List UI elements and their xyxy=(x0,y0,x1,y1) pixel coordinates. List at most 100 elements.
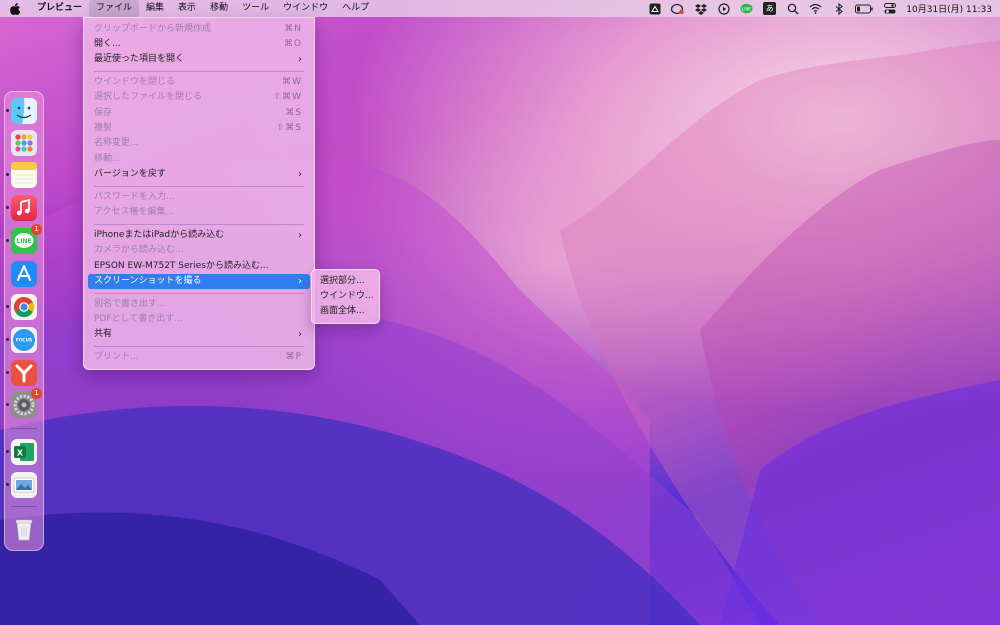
menu-item-label: 別名で書き出す... xyxy=(94,299,166,309)
dock-app-launchpad[interactable] xyxy=(11,130,37,156)
dock-separator xyxy=(11,428,37,429)
menu-item-label: iPhoneまたはiPadから読み込む xyxy=(94,230,225,240)
play-icon[interactable] xyxy=(717,2,730,15)
menu-item-import-from-iphone[interactable]: iPhoneまたはiPadから読み込む › xyxy=(88,228,310,243)
chevron-right-icon: › xyxy=(298,169,302,180)
notes-icon xyxy=(11,162,37,188)
search-icon[interactable] xyxy=(786,2,799,15)
menu-item-label: アクセス権を編集... xyxy=(94,207,175,217)
menu-item-import-from-camera[interactable]: カメラから読み込む... xyxy=(88,243,310,258)
menu-item-import-from-scanner[interactable]: EPSON EW-M752T Seriesから読み込む... xyxy=(88,259,310,274)
menu-item-label: EPSON EW-M752T Seriesから読み込む... xyxy=(94,261,269,271)
running-indicator xyxy=(6,450,9,453)
menu-item-rename[interactable]: 名称変更... xyxy=(88,136,310,151)
dock: LINE 1 FOCUS 1 X xyxy=(4,91,44,551)
chevron-right-icon: › xyxy=(298,329,302,340)
menu-item-print[interactable]: プリント... ⌘P xyxy=(88,350,310,365)
menu-item-label: プリント... xyxy=(94,352,139,362)
chevron-right-icon: › xyxy=(298,276,302,287)
dock-app-music[interactable] xyxy=(6,195,37,221)
dock-separator xyxy=(11,506,37,507)
menu-edit[interactable]: 編集 xyxy=(139,0,171,17)
svg-text:LINE: LINE xyxy=(742,6,751,11)
running-indicator xyxy=(6,338,9,341)
menu-item-close-window[interactable]: ウインドウを閉じる ⌘W xyxy=(88,75,310,90)
menu-bar: プレビュー ファイル 編集 表示 移動 ツール ウインドウ ヘルプ LINE あ xyxy=(0,0,1000,17)
control-center-icon[interactable] xyxy=(883,2,896,15)
menu-item-close-selected[interactable]: 選択したファイルを閉じる ⇧⌘W xyxy=(88,90,310,105)
menu-item-export-as-pdf[interactable]: PDFとして書き出す... xyxy=(88,312,310,327)
menu-item-label: 移動... xyxy=(94,154,121,164)
dock-app-preview[interactable] xyxy=(6,472,37,498)
menu-item-label: 共有 xyxy=(94,329,113,339)
trash-icon xyxy=(15,519,33,541)
shortcut-label: ⌘P xyxy=(285,352,302,362)
battery-icon[interactable] xyxy=(855,2,873,15)
running-indicator xyxy=(6,305,9,308)
xmind-icon xyxy=(11,360,37,386)
menu-help[interactable]: ヘルプ xyxy=(335,0,376,17)
menu-app-name[interactable]: プレビュー xyxy=(30,0,89,17)
menu-item-move[interactable]: 移動... xyxy=(88,152,310,167)
dropbox-icon[interactable] xyxy=(694,2,707,15)
menu-item-label: カメラから読み込む... xyxy=(94,245,184,255)
dock-app-xmind[interactable] xyxy=(6,360,37,386)
wifi-icon[interactable] xyxy=(809,2,822,15)
menu-item-enter-password[interactable]: パスワードを入力... xyxy=(88,190,310,205)
line-status-icon[interactable] xyxy=(671,2,684,15)
dock-app-system-preferences[interactable]: 1 xyxy=(6,388,42,418)
menu-separator xyxy=(94,186,304,187)
bluetooth-icon[interactable] xyxy=(832,2,845,15)
dock-app-trash[interactable] xyxy=(11,516,37,542)
shortcut-label: ⇧⌘S xyxy=(276,123,302,133)
menu-item-label: 最近使った項目を開く xyxy=(94,54,185,64)
menu-tools[interactable]: ツール xyxy=(235,0,276,17)
menu-item-take-screenshot[interactable]: スクリーンショットを撮る › xyxy=(88,274,310,289)
menu-item-share[interactable]: 共有 › xyxy=(88,327,310,342)
svg-text:X: X xyxy=(17,449,24,458)
menu-item-label: PDFとして書き出す... xyxy=(94,314,183,324)
menu-item-open[interactable]: 開く... ⌘O xyxy=(88,37,310,52)
dock-app-app-store[interactable] xyxy=(11,261,37,287)
notification-badge: 1 xyxy=(31,224,42,235)
menu-item-new-from-clipboard[interactable]: クリップボードから新規作成 ⌘N xyxy=(88,22,310,37)
dock-app-line[interactable]: LINE 1 xyxy=(6,224,42,254)
menu-go[interactable]: 移動 xyxy=(203,0,235,17)
excel-icon: X xyxy=(11,439,37,465)
shortcut-label: ⌘W xyxy=(282,77,302,87)
submenu-item-selection[interactable]: 選択部分... xyxy=(316,274,379,289)
app-store-icon xyxy=(11,261,37,287)
menu-window[interactable]: ウインドウ xyxy=(276,0,335,17)
apple-menu-icon[interactable] xyxy=(0,0,30,17)
input-method-glyph: あ xyxy=(765,4,774,13)
line-chat-icon[interactable]: LINE xyxy=(740,2,753,15)
running-indicator xyxy=(6,483,9,486)
dock-app-notes[interactable] xyxy=(6,162,37,188)
menu-separator xyxy=(94,224,304,225)
menu-file[interactable]: ファイル xyxy=(89,0,140,17)
menu-item-label: 名称変更... xyxy=(94,138,139,148)
submenu-item-entire-screen[interactable]: 画面全体... xyxy=(316,304,379,319)
menu-item-edit-permissions[interactable]: アクセス権を編集... xyxy=(88,205,310,220)
creative-cloud-icon[interactable] xyxy=(648,2,661,15)
menu-item-duplicate[interactable]: 複製 ⇧⌘S xyxy=(88,121,310,136)
menu-item-save[interactable]: 保存 ⌘S xyxy=(88,106,310,121)
dock-app-finder[interactable] xyxy=(6,98,37,124)
menu-item-label: 選択したファイルを閉じる xyxy=(94,92,203,102)
submenu-item-window[interactable]: ウインドウ... xyxy=(316,289,379,304)
menu-view[interactable]: 表示 xyxy=(171,0,203,17)
dock-app-focus[interactable]: FOCUS xyxy=(6,327,37,353)
menu-item-open-recent[interactable]: 最近使った項目を開く › xyxy=(88,52,310,67)
menu-item-label: 複製 xyxy=(94,123,113,133)
menu-item-label: パスワードを入力... xyxy=(94,192,175,202)
menu-item-export-as[interactable]: 別名で書き出す... xyxy=(88,297,310,312)
chevron-right-icon: › xyxy=(298,54,302,65)
menu-item-revert[interactable]: バージョンを戻す › xyxy=(88,167,310,182)
running-indicator xyxy=(6,206,9,209)
menubar-clock[interactable]: 10月31日(月) 11:33 xyxy=(906,2,992,15)
music-icon xyxy=(11,195,37,221)
input-method-icon[interactable]: あ xyxy=(763,2,777,15)
dock-app-excel[interactable]: X xyxy=(6,439,37,465)
chrome-icon xyxy=(11,294,37,320)
dock-app-chrome[interactable] xyxy=(6,294,37,320)
